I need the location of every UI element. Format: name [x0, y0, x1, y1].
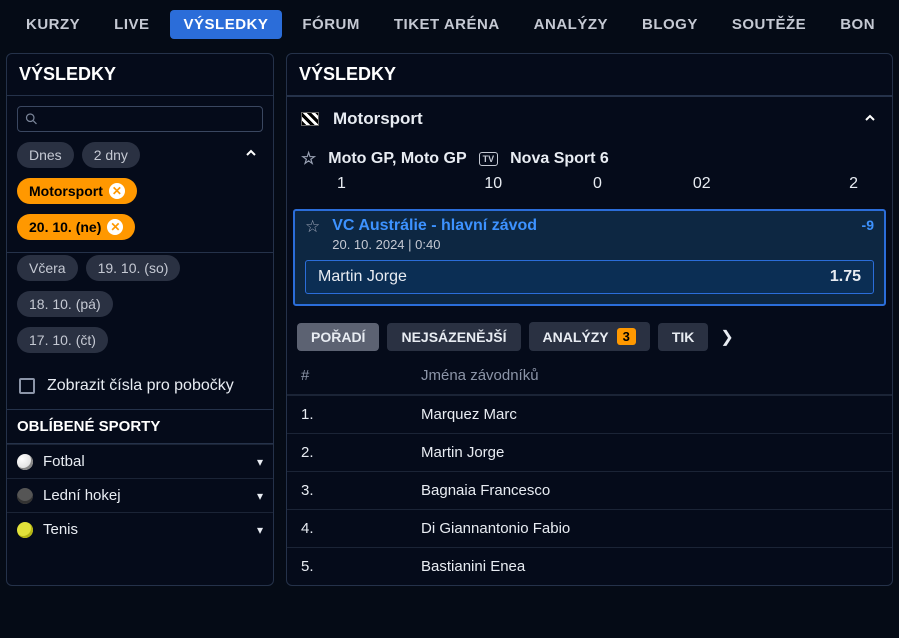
tab-analyzy-label: ANALÝZY — [543, 329, 609, 345]
tv-icon: TV — [479, 152, 499, 166]
star-icon[interactable]: ☆ — [305, 217, 320, 237]
nav-live[interactable]: LIVE — [100, 10, 163, 39]
chevron-right-icon[interactable]: ❯ — [720, 327, 733, 347]
fav-sport-tenis[interactable]: Tenis ▾ — [7, 512, 273, 546]
league-name: Moto GP, Moto GP — [328, 150, 466, 168]
search-box[interactable] — [17, 106, 263, 132]
remove-filter-sport-icon[interactable]: ✕ — [109, 183, 125, 199]
fav-sport-fotbal[interactable]: Fotbal ▾ — [7, 444, 273, 478]
nav-bon[interactable]: BON — [826, 10, 889, 39]
remove-filter-date-icon[interactable]: ✕ — [107, 219, 123, 235]
sidebar-title: VÝSLEDKY — [7, 54, 273, 96]
odd-selection-name: Martin Jorge — [318, 268, 407, 286]
sport-header[interactable]: Motorsport — [287, 96, 892, 141]
cell-pos: 2. — [301, 444, 421, 461]
tennis-icon — [17, 522, 33, 538]
cell-name: Marquez Marc — [421, 406, 878, 423]
event-title: VC Austrálie - hlavní závod — [332, 217, 537, 235]
sport-name: Motorsport — [333, 109, 423, 129]
market-header-numbers: 1 10 0 02 2 — [287, 171, 892, 203]
checkbox-icon — [19, 378, 35, 394]
chevron-down-icon: ▾ — [257, 523, 263, 537]
event-datetime: 20. 10. 2024 | 0:40 — [332, 237, 537, 252]
table-row: 3. Bagnaia Francesco — [287, 471, 892, 509]
nav-kurzy[interactable]: KURZY — [12, 10, 94, 39]
filter-chip-date[interactable]: 20. 10. (ne) ✕ — [17, 214, 135, 240]
filter-chip-date-label: 20. 10. (ne) — [29, 219, 101, 235]
star-icon[interactable]: ☆ — [301, 149, 316, 169]
table-row: 2. Martin Jorge — [287, 433, 892, 471]
cell-name: Di Giannantonio Fabio — [421, 520, 878, 537]
fav-sport-label: Tenis — [43, 521, 78, 538]
cell-name: Martin Jorge — [421, 444, 878, 461]
cell-pos: 4. — [301, 520, 421, 537]
fav-sport-hokej[interactable]: Lední hokej ▾ — [7, 478, 273, 512]
fav-sports-heading: OBLÍBENÉ SPORTY — [7, 409, 273, 444]
nav-vysledky[interactable]: VÝSLEDKY — [170, 10, 283, 39]
nav-blogy[interactable]: BLOGY — [628, 10, 712, 39]
market-col: 0 — [545, 175, 649, 193]
market-col: 02 — [650, 175, 754, 193]
chip-yesterday[interactable]: Včera — [17, 255, 78, 281]
top-nav: KURZY LIVE VÝSLEDKY FÓRUM TIKET ARÉNA AN… — [0, 0, 899, 53]
chip-date-1810[interactable]: 18. 10. (pá) — [17, 291, 113, 317]
tab-analyzy[interactable]: ANALÝZY 3 — [529, 322, 650, 351]
nav-forum[interactable]: FÓRUM — [288, 10, 374, 39]
branch-numbers-toggle[interactable]: Zobrazit čísla pro pobočky — [7, 363, 273, 409]
league-channel: Nova Sport 6 — [510, 150, 609, 168]
tab-tik[interactable]: TIK — [658, 323, 709, 351]
collapse-dates-icon[interactable] — [243, 145, 259, 166]
table-row: 4. Di Giannantonio Fabio — [287, 509, 892, 547]
league-row: ☆ Moto GP, Moto GP TV Nova Sport 6 — [287, 141, 892, 171]
th-name: Jména závodníků — [421, 367, 878, 384]
fav-sport-label: Lední hokej — [43, 487, 121, 504]
checkered-flag-icon — [301, 112, 319, 126]
chip-2days[interactable]: 2 dny — [82, 142, 140, 168]
search-input[interactable] — [39, 111, 256, 127]
table-header: # Jména závodníků — [287, 357, 892, 395]
table-row: 5. Bastianini Enea — [287, 547, 892, 585]
odd-selection[interactable]: Martin Jorge 1.75 — [305, 260, 874, 294]
tab-nejsazenejsi[interactable]: NEJSÁZENĚJŠÍ — [387, 323, 520, 351]
chip-date-1710[interactable]: 17. 10. (čt) — [17, 327, 108, 353]
main-panel: VÝSLEDKY Motorsport ☆ Moto GP, Moto GP T… — [286, 53, 893, 586]
nav-analyzy[interactable]: ANALÝZY — [520, 10, 622, 39]
analyses-count-badge: 3 — [617, 328, 636, 345]
filter-chip-sport-label: Motorsport — [29, 183, 103, 199]
chip-date-1910[interactable]: 19. 10. (so) — [86, 255, 181, 281]
nav-tiket-arena[interactable]: TIKET ARÉNA — [380, 10, 514, 39]
odd-selection-odds: 1.75 — [830, 268, 861, 286]
soccer-icon — [17, 454, 33, 470]
cell-pos: 3. — [301, 482, 421, 499]
market-col: 2 — [754, 175, 878, 193]
collapse-sport-icon[interactable] — [862, 110, 878, 129]
event-line-move: -9 — [862, 217, 874, 233]
search-icon — [24, 111, 39, 127]
branch-numbers-label: Zobrazit čísla pro pobočky — [47, 377, 234, 395]
puck-icon — [17, 488, 33, 504]
result-tabs: POŘADÍ NEJSÁZENĚJŠÍ ANALÝZY 3 TIK ❯ — [287, 316, 892, 357]
fav-sport-label: Fotbal — [43, 453, 85, 470]
nav-souteze[interactable]: SOUTĚŽE — [718, 10, 820, 39]
cell-name: Bagnaia Francesco — [421, 482, 878, 499]
tab-poradi[interactable]: POŘADÍ — [297, 323, 379, 351]
table-row: 1. Marquez Marc — [287, 395, 892, 433]
chevron-down-icon: ▾ — [257, 489, 263, 503]
market-col: 1 — [337, 175, 441, 193]
cell-pos: 1. — [301, 406, 421, 423]
sidebar: VÝSLEDKY Dnes 2 dny Motorsport ✕ 20. 10.… — [6, 53, 274, 586]
main-title: VÝSLEDKY — [287, 54, 892, 96]
cell-pos: 5. — [301, 558, 421, 575]
filter-chip-sport[interactable]: Motorsport ✕ — [17, 178, 137, 204]
cell-name: Bastianini Enea — [421, 558, 878, 575]
event-card[interactable]: ☆ VC Austrálie - hlavní závod 20. 10. 20… — [293, 209, 886, 306]
market-col: 10 — [441, 175, 545, 193]
chevron-down-icon: ▾ — [257, 455, 263, 469]
th-position: # — [301, 367, 421, 384]
chip-today[interactable]: Dnes — [17, 142, 74, 168]
